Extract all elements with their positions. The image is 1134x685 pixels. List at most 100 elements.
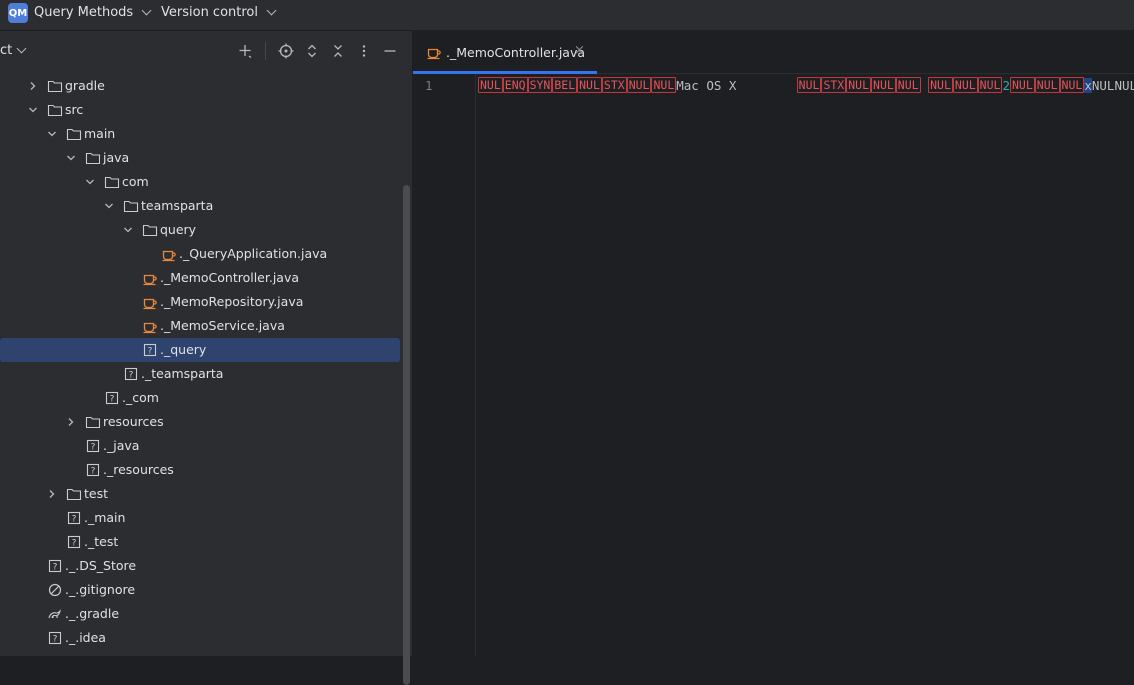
vcs-selector[interactable]: Version control [161, 5, 277, 20]
svg-text:?: ? [72, 515, 77, 525]
tree-item-label: ._.gradle [65, 606, 120, 621]
project-badge[interactable]: QM [8, 3, 28, 23]
unknown-file-icon: ? [66, 534, 82, 550]
tree-item-label: test [84, 486, 109, 501]
project-view-selector[interactable]: ct [0, 43, 27, 58]
control-char-token: NUL [577, 77, 602, 93]
project-panel-header: ct [0, 31, 412, 73]
chevron-right-icon[interactable] [66, 417, 76, 427]
tree-item-label: ._.idea [65, 630, 106, 645]
chevron-down-icon[interactable] [85, 177, 95, 187]
tree-item[interactable]: main [0, 122, 400, 146]
tree-item-label: ._java [103, 438, 140, 453]
project-selector[interactable]: Query Methods [34, 5, 152, 20]
tree-item[interactable]: java [0, 146, 400, 170]
tree-item[interactable]: ? ._teamsparta [0, 362, 400, 386]
tree-item-label: ._.DS_Store [65, 558, 137, 573]
code-line[interactable]: NUL ENQ SYN BEL NUL STX NUL NUL Mac OS X NUL STX N… [478, 77, 1134, 93]
tree-item[interactable]: resources [0, 410, 400, 434]
editor-area: ._MemoController.java × 1 NUL ENQ SYN BEL NU… [413, 31, 1134, 656]
control-char-token: NUL [796, 77, 822, 93]
tree-item-label: ._query [160, 342, 207, 357]
tree-item-label: teamsparta [141, 198, 214, 213]
tree-item[interactable]: query [0, 218, 400, 242]
control-char-token: BEL [552, 77, 578, 93]
chevron-right-icon[interactable] [47, 489, 57, 499]
tree-item[interactable]: ._.gitignore [0, 578, 400, 602]
expand-all-icon[interactable] [302, 41, 322, 61]
tree-item[interactable]: ._.gradle [0, 602, 400, 626]
tree-item[interactable]: gradle [0, 74, 400, 98]
scrollbar-thumb[interactable] [403, 185, 410, 685]
tree-item-label: ._com [122, 390, 159, 405]
tree-item[interactable]: ? ._.idea [0, 626, 400, 650]
tree-item[interactable]: src [0, 98, 400, 122]
svg-text:?: ? [91, 443, 96, 453]
control-char-token: NUL [478, 77, 503, 93]
minimize-icon[interactable] [380, 41, 400, 61]
tree-item-label: java [103, 150, 130, 165]
svg-text:?: ? [72, 539, 77, 549]
tab-memo-controller[interactable]: ._MemoController.java × [413, 31, 597, 74]
tree-item[interactable]: ? ._com [0, 386, 400, 410]
tree-item[interactable]: com [0, 170, 400, 194]
folder-icon [85, 414, 101, 430]
tree-item[interactable]: ._MemoRepository.java [0, 290, 400, 314]
line-number: 1 [425, 78, 433, 93]
chevron-down-icon[interactable] [66, 153, 76, 163]
tree-item[interactable]: ._MemoController.java [0, 266, 400, 290]
tree-item[interactable]: ? ._query [0, 338, 400, 362]
chevron-down-icon [141, 5, 152, 16]
tree-item[interactable]: teamsparta [0, 194, 400, 218]
control-char-token: NUL [651, 77, 677, 93]
new-file-icon[interactable] [235, 41, 255, 61]
tree-item[interactable]: ? ._java [0, 434, 400, 458]
svg-text:?: ? [91, 467, 96, 477]
unknown-file-icon: ? [142, 342, 158, 358]
svg-text:?: ? [53, 635, 58, 645]
tree-item[interactable]: ? ._resources [0, 458, 400, 482]
tree-item-label: ._main [84, 510, 126, 525]
folder-icon [47, 78, 63, 94]
control-char-token: NUL [977, 77, 1003, 93]
locate-icon[interactable] [276, 41, 296, 61]
tree-item[interactable]: ? ._.DS_Store [0, 554, 400, 578]
chevron-down-icon[interactable] [28, 105, 38, 115]
project-name: Query Methods [34, 5, 134, 20]
ignored-file-icon [47, 582, 63, 598]
tree-item[interactable]: ? ._main [0, 506, 400, 530]
editor-tab-bar: ._MemoController.java × [413, 31, 1134, 74]
control-char-token: STX [601, 77, 627, 93]
tree-item-label: main [84, 126, 116, 141]
close-icon[interactable]: × [574, 43, 585, 58]
code-token: Mac OS X [676, 77, 797, 93]
unknown-file-icon: ? [47, 630, 63, 646]
chevron-right-icon[interactable] [28, 81, 38, 91]
control-char-token: STX [821, 77, 847, 93]
java-file-icon [142, 294, 158, 310]
chevron-down-icon[interactable] [104, 201, 114, 211]
tree-item[interactable]: ? ._test [0, 530, 400, 554]
tree-item-label: ._MemoRepository.java [160, 294, 304, 309]
tree-item-label: ._.gitignore [65, 582, 136, 597]
tree-item[interactable]: ._QueryApplication.java [0, 242, 400, 266]
unknown-file-icon: ? [47, 558, 63, 574]
unknown-file-icon: ? [123, 366, 139, 382]
chevron-down-icon[interactable] [123, 225, 133, 235]
tree-item[interactable]: test [0, 482, 400, 506]
divider [265, 42, 266, 60]
java-file-icon [161, 246, 177, 262]
folder-icon [66, 486, 82, 502]
tree-item-label: ._test [84, 534, 119, 549]
code-token: NUL [1114, 77, 1134, 93]
more-options-icon[interactable] [354, 41, 374, 61]
collapse-all-icon[interactable] [328, 41, 348, 61]
tree-item-label: gradle [65, 78, 105, 93]
tree-item-label: ._MemoService.java [160, 318, 285, 333]
chevron-down-icon[interactable] [47, 129, 57, 139]
java-file-icon [426, 44, 442, 63]
control-char-token: NUL [952, 77, 978, 93]
tree-item[interactable]: ._MemoService.java [0, 314, 400, 338]
java-file-icon [142, 270, 158, 286]
